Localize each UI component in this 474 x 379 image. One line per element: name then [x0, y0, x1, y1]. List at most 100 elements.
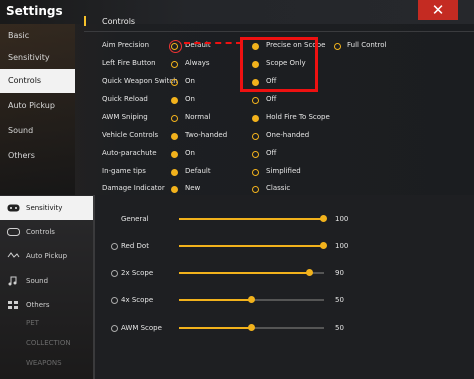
scope-icon — [111, 297, 118, 304]
slider-value-awm-scope: 50 — [335, 324, 344, 332]
slider-4x-scope[interactable] — [179, 296, 324, 303]
slider-label-red-dot: Red Dot — [121, 242, 149, 250]
annotation-circle — [169, 40, 182, 53]
section-divider — [84, 31, 474, 32]
close-button[interactable]: ✕ — [418, 0, 458, 20]
slider-awm-scope[interactable] — [179, 324, 324, 331]
option-two-handed[interactable]: Two-handed — [185, 131, 227, 139]
section-title: Controls — [102, 17, 136, 26]
slider-knob[interactable] — [320, 215, 327, 222]
option-one-handed[interactable]: One-handed — [266, 131, 309, 139]
slider-value-4x-scope: 50 — [335, 296, 344, 304]
row-label-awm-sniping: AWM Sniping — [102, 113, 148, 121]
pickup-icon — [7, 252, 20, 258]
sidebar-item-auto-pickup[interactable]: Auto Pickup — [0, 244, 93, 268]
slider-value-red-dot: 100 — [335, 242, 349, 250]
radio-one-handed[interactable] — [252, 133, 259, 140]
radio-default[interactable] — [171, 169, 178, 176]
sidebar-item-sensitivity[interactable]: Sensitivity — [0, 196, 93, 220]
option-off[interactable]: Off — [266, 149, 276, 157]
option-on[interactable]: On — [185, 149, 195, 157]
section-accent-bar — [84, 16, 86, 26]
radio-on[interactable] — [171, 151, 178, 158]
option-new[interactable]: New — [185, 184, 200, 192]
sidebar-item-basic[interactable]: Basic — [0, 24, 75, 48]
option-off[interactable]: Off — [266, 95, 276, 103]
option-simplified[interactable]: Simplified — [266, 167, 301, 175]
sidebar-item-sound[interactable]: Sound — [0, 119, 75, 143]
option-always[interactable]: Always — [185, 59, 210, 67]
option-classic[interactable]: Classic — [266, 184, 290, 192]
slider-knob[interactable] — [306, 269, 313, 276]
row-label-left-fire-button: Left Fire Button — [102, 59, 156, 67]
option-default[interactable]: Default — [185, 167, 211, 175]
option-normal[interactable]: Normal — [185, 113, 210, 121]
gamepad-icon — [7, 204, 20, 212]
row-label-quick-reload: Quick Reload — [102, 95, 148, 103]
slider-label-awm-scope: AWM Scope — [121, 324, 162, 332]
slider-2x-scope[interactable] — [179, 269, 324, 276]
red-dot-icon — [111, 243, 118, 250]
slider-fill — [179, 327, 252, 329]
slider-label-2x-scope: 2x Scope — [121, 269, 154, 277]
row-label-quick-weapon-switch: Quick Weapon Switch — [102, 77, 178, 85]
sidebar-item-label: Others — [26, 301, 50, 309]
sidebar: Basic Sensitivity Controls Auto Pickup S… — [0, 24, 75, 195]
sidebar-item-controls[interactable]: Controls — [0, 220, 93, 244]
row-label-auto-parachute: Auto-parachute — [102, 149, 157, 157]
slider-knob[interactable] — [320, 242, 327, 249]
row-label-vehicle-controls: Vehicle Controls — [102, 131, 159, 139]
gamepad-icon — [7, 228, 20, 236]
radio-full-control[interactable] — [334, 43, 341, 50]
radio-on[interactable] — [171, 97, 178, 104]
slider-fill — [179, 299, 252, 301]
radio-two-handed[interactable] — [171, 133, 178, 140]
option-hold-fire-to-scope[interactable]: Hold Fire To Scope — [266, 113, 330, 121]
sidebar-item-weapons[interactable]: WEAPONS — [0, 351, 93, 375]
slider-value-general: 100 — [335, 215, 349, 223]
option-full-control[interactable]: Full Control — [347, 41, 387, 49]
slider-knob[interactable] — [248, 296, 255, 303]
radio-simplified[interactable] — [252, 169, 259, 176]
controls-settings-panel: Settings ✕ Basic Sensitivity Controls Au… — [0, 0, 474, 195]
slider-value-2x-scope: 90 — [335, 269, 344, 277]
row-label-damage-indicator: Damage Indicator — [102, 184, 165, 192]
slider-fill — [179, 272, 310, 274]
music-note-icon — [8, 276, 17, 286]
radio-off[interactable] — [252, 97, 259, 104]
radio-classic[interactable] — [252, 186, 259, 193]
sidebar-item-sensitivity[interactable]: Sensitivity — [0, 46, 75, 70]
slider-label-general: General — [121, 215, 149, 223]
scope-icon — [111, 270, 118, 277]
slider-label-4x-scope: 4x Scope — [121, 296, 154, 304]
slider-knob[interactable] — [248, 324, 255, 331]
scope-icon — [111, 325, 118, 332]
sidebar-item-sound[interactable]: Sound — [0, 269, 93, 293]
sidebar-item-label: Sensitivity — [26, 204, 63, 212]
radio-normal[interactable] — [171, 115, 178, 122]
panel-divider — [93, 195, 95, 379]
sidebar-item-label: Sound — [26, 277, 49, 285]
option-on[interactable]: On — [185, 95, 195, 103]
sidebar-item-label: Controls — [26, 228, 55, 236]
row-label-aim-precision: Aim Precision — [102, 41, 150, 49]
radio-new[interactable] — [171, 186, 178, 193]
bottom-sidebar: Sensitivity Controls Auto Pickup Sound O… — [0, 195, 93, 379]
radio-always[interactable] — [171, 61, 178, 68]
sidebar-item-controls[interactable]: Controls — [0, 69, 75, 93]
option-on[interactable]: On — [185, 77, 195, 85]
radio-hold-fire-to-scope[interactable] — [252, 115, 259, 122]
sidebar-item-others[interactable]: Others — [0, 144, 75, 168]
radio-off[interactable] — [252, 151, 259, 158]
sidebar-item-label: Auto Pickup — [26, 252, 68, 260]
slider-fill — [179, 245, 324, 247]
annotation-highlight-box — [240, 37, 318, 92]
slider-general[interactable] — [179, 215, 327, 222]
slider-red-dot[interactable] — [179, 242, 327, 249]
row-label-in-game-tips: In-game tips — [102, 167, 146, 175]
page-title: Settings — [6, 4, 63, 18]
slider-fill — [179, 218, 324, 220]
sidebar-item-auto-pickup[interactable]: Auto Pickup — [0, 94, 75, 118]
annotation-dashed-arrow — [184, 42, 242, 44]
radio-on[interactable] — [171, 79, 178, 86]
